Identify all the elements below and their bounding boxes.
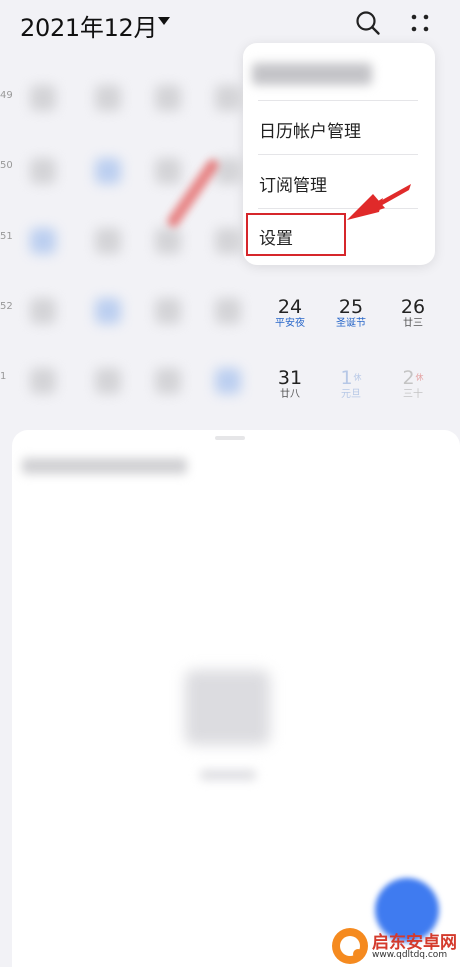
calendar-cell-blurred: [30, 228, 56, 254]
empty-state-illustration: [185, 670, 270, 745]
more-dots-icon[interactable]: [408, 11, 432, 35]
menu-divider: [258, 100, 418, 101]
calendar-cell-blurred: [30, 85, 56, 111]
calendar-cell-blurred: [215, 85, 241, 111]
date-festival: 平安夜: [275, 318, 305, 329]
watermark-url: www.qdltdq.com: [372, 950, 448, 960]
site-watermark: 启东安卓网 www.qdltdq.com: [332, 926, 460, 967]
date-number: 1休: [340, 367, 362, 389]
calendar-cell-blurred: [155, 228, 181, 254]
calendar-cell-blurred: [155, 85, 181, 111]
settings-highlight-box: [246, 213, 346, 256]
date-cell[interactable]: 25 圣诞节: [321, 296, 381, 330]
date-lunar: 廿八: [280, 389, 300, 400]
date-number: 31: [277, 367, 303, 389]
watermark-logo-icon: [332, 928, 368, 964]
calendar-cell-blurred: [95, 228, 121, 254]
date-lunar: 三十: [403, 389, 423, 400]
calendar-cell-blurred: [215, 228, 241, 254]
empty-state-text-blurred: [200, 770, 256, 780]
calendar-cell-blurred: [95, 368, 121, 394]
calendar-cell-blurred: [155, 298, 181, 324]
date-cell[interactable]: 24 平安夜: [260, 296, 320, 330]
date-lunar: 廿三: [403, 318, 423, 329]
rest-badge: 休: [353, 373, 362, 382]
caret-down-icon[interactable]: [158, 17, 170, 25]
calendar-cell-blurred: [215, 368, 241, 394]
calendar-cell-blurred: [95, 298, 121, 324]
date-cell[interactable]: 26 廿三: [383, 296, 443, 330]
date-cell[interactable]: 1休 元旦: [321, 367, 381, 401]
calendar-cell-blurred: [30, 158, 56, 184]
date-cell[interactable]: 31 廿八: [260, 367, 320, 401]
calendar-cell-blurred: [30, 368, 56, 394]
calendar-cell-blurred: [30, 298, 56, 324]
date-number: 24: [277, 296, 303, 318]
calendar-cell-blurred: [95, 158, 121, 184]
month-title[interactable]: 2021年12月: [20, 8, 158, 43]
date-number: 2休: [402, 367, 424, 389]
date-cell[interactable]: 2休 三十: [383, 367, 443, 401]
date-festival: 元旦: [341, 389, 361, 400]
annotation-arrow-icon: [347, 184, 411, 220]
panel-drag-handle[interactable]: [215, 436, 245, 440]
menu-item-subscriptions[interactable]: 订阅管理: [259, 171, 327, 196]
date-number: 26: [400, 296, 426, 318]
menu-divider: [258, 154, 418, 155]
calendar-cell-blurred: [95, 85, 121, 111]
app-header: 2021年12月: [0, 0, 460, 48]
menu-item-account-management[interactable]: 日历帐户管理: [259, 117, 361, 142]
search-icon[interactable]: [355, 10, 381, 36]
calendar-cell-blurred: [155, 368, 181, 394]
account-name-blurred: [252, 63, 372, 85]
rest-badge: 休: [415, 373, 424, 382]
calendar-cell-blurred: [155, 158, 181, 184]
date-festival: 圣诞节: [336, 318, 366, 329]
calendar-cell-blurred: [215, 158, 241, 184]
date-number: 25: [338, 296, 364, 318]
panel-title-blurred: [22, 458, 187, 474]
calendar-cell-blurred: [215, 298, 241, 324]
